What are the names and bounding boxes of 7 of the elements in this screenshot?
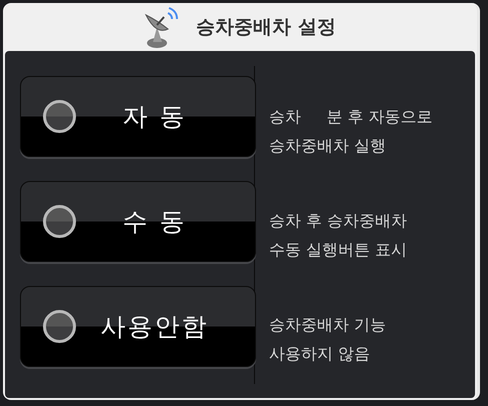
option-button[interactable]: 수 동 xyxy=(20,181,256,262)
option-button[interactable]: 사용안함 xyxy=(20,286,256,367)
option-description: 승차 후 승차중배차 수동 실행버튼 표시 xyxy=(269,210,408,261)
option-button[interactable]: 자 동 xyxy=(20,76,256,157)
window-title: 승차중배차 설정 xyxy=(196,15,336,40)
option-description: 승차 분 후 자동으로 승차중배차 실행 xyxy=(269,106,434,157)
option-description: 승차중배차 기능 사용하지 않음 xyxy=(269,314,388,365)
